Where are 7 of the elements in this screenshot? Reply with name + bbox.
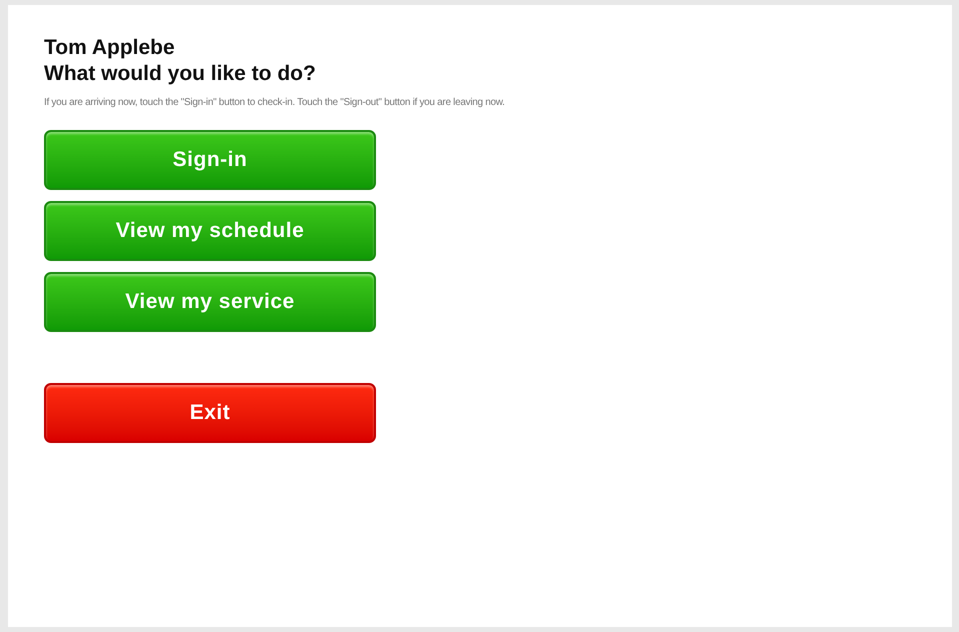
action-button[interactable]: View my service — [44, 272, 376, 332]
user-name: Tom Applebe — [44, 35, 176, 61]
action-button[interactable]: Sign-in — [44, 130, 376, 190]
page-heading: What would you like to do? — [44, 61, 317, 87]
exit-button[interactable]: Exit — [44, 383, 376, 443]
instructions-text: If you are arriving now, touch the "Sign-in" button to check-in. Touch the "Sign-out" button if you are leaving now. — [44, 96, 506, 110]
action-button[interactable]: View my schedule — [44, 201, 376, 261]
